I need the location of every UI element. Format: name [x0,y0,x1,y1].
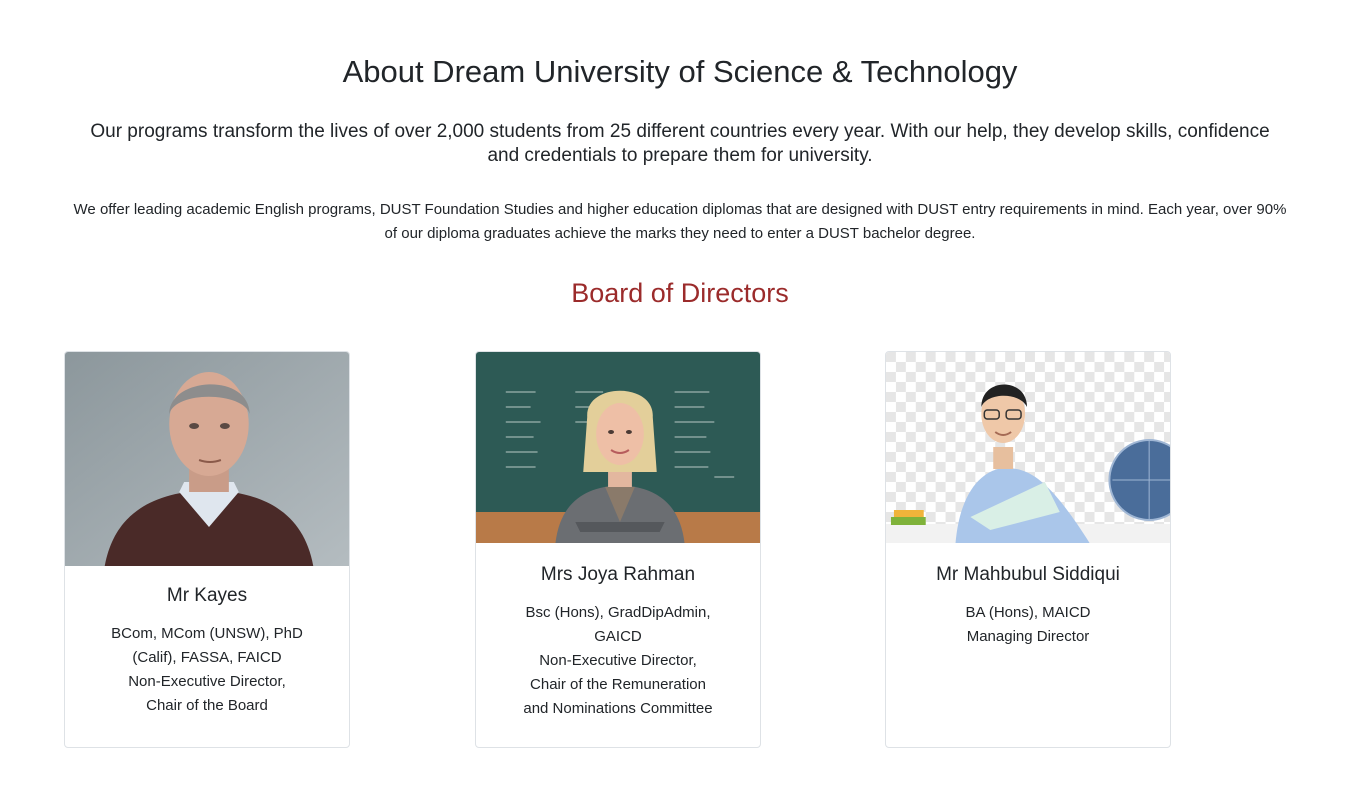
director-description: BA (Hons), MAICD Managing Director [900,601,1156,649]
director-role: Managing Director [966,628,1090,645]
director-name: Mr Mahbubul Siddiqui [936,564,1120,585]
about-page: About Dream University of Science & Tech… [0,0,1350,792]
director-role: Non-Executive Director, [539,652,697,669]
page-title: About Dream University of Science & Tech… [342,54,1018,89]
director-photo [886,352,1170,543]
director-role: Chair of the Board [146,697,268,714]
director-credentials: Bsc (Hons), GradDipAdmin, GAICD [525,604,711,645]
director-role: Non-Executive Director, [128,673,286,690]
director-card: Mr Mahbubul Siddiqui BA (Hons), MAICD Ma… [885,351,1171,748]
director-role: Chair of the Remuneration and Nomination… [523,676,713,717]
director-description: Bsc (Hons), GradDipAdmin, GAICD Non-Exec… [490,601,746,721]
director-card: Mrs Joya Rahman Bsc (Hons), GradDipAdmin… [475,351,761,748]
director-name: Mrs Joya Rahman [540,564,696,585]
director-credentials: BCom, MCom (UNSW), PhD (Calif), FASSA, F… [111,625,303,666]
director-photo [476,352,760,543]
director-photo [65,352,349,566]
director-name: Mr Kayes [166,585,248,606]
director-description: BCom, MCom (UNSW), PhD (Calif), FASSA, F… [79,622,335,718]
intro-paragraph: We offer leading academic English progra… [73,201,1287,242]
director-card: Mr Kayes BCom, MCom (UNSW), PhD (Calif),… [64,351,350,748]
board-title: Board of Directors [571,278,789,308]
director-credentials: BA (Hons), MAICD [965,604,1091,621]
lead-paragraph: Our programs transform the lives of over… [90,121,1270,166]
